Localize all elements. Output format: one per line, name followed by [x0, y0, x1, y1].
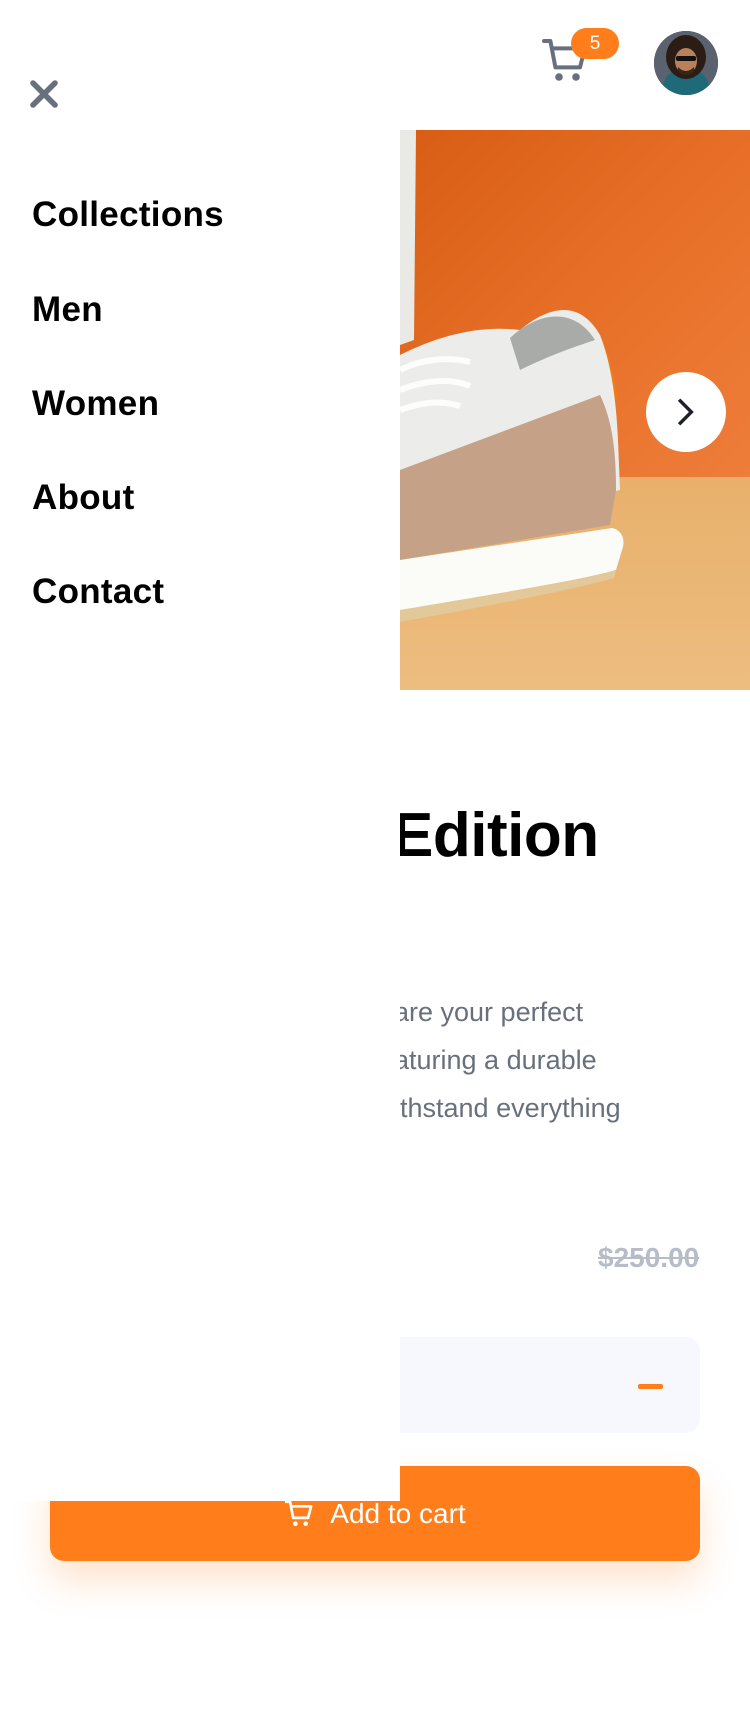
close-icon [30, 80, 58, 108]
product-description: are your perfect aturing a durable ithst… [394, 988, 724, 1132]
avatar-image [654, 31, 718, 95]
sidebar-menu: Collections Men Women About Contact [0, 0, 400, 1501]
product-title: Edition [392, 801, 599, 870]
description-line: are your perfect [394, 997, 584, 1027]
minus-icon [637, 1383, 663, 1389]
nav-item-contact[interactable]: Contact [32, 572, 164, 612]
nav-item-about[interactable]: About [32, 478, 135, 518]
decrease-quantity-button[interactable] [630, 1366, 670, 1406]
avatar[interactable] [654, 31, 718, 95]
close-menu-button[interactable] [30, 80, 62, 112]
cart-icon [285, 1499, 313, 1526]
description-line: ithstand everything [394, 1093, 621, 1123]
cart-count-badge: 5 [571, 28, 619, 59]
nav-item-collections[interactable]: Collections [32, 195, 224, 235]
add-to-cart-label: Add to cart [330, 1497, 466, 1529]
original-price: $250.00 [598, 1242, 700, 1273]
chevron-right-icon [677, 398, 694, 426]
nav-item-men[interactable]: Men [32, 290, 103, 330]
next-image-button[interactable] [646, 372, 726, 452]
description-line: aturing a durable [394, 1045, 597, 1075]
nav-item-women[interactable]: Women [32, 384, 159, 424]
